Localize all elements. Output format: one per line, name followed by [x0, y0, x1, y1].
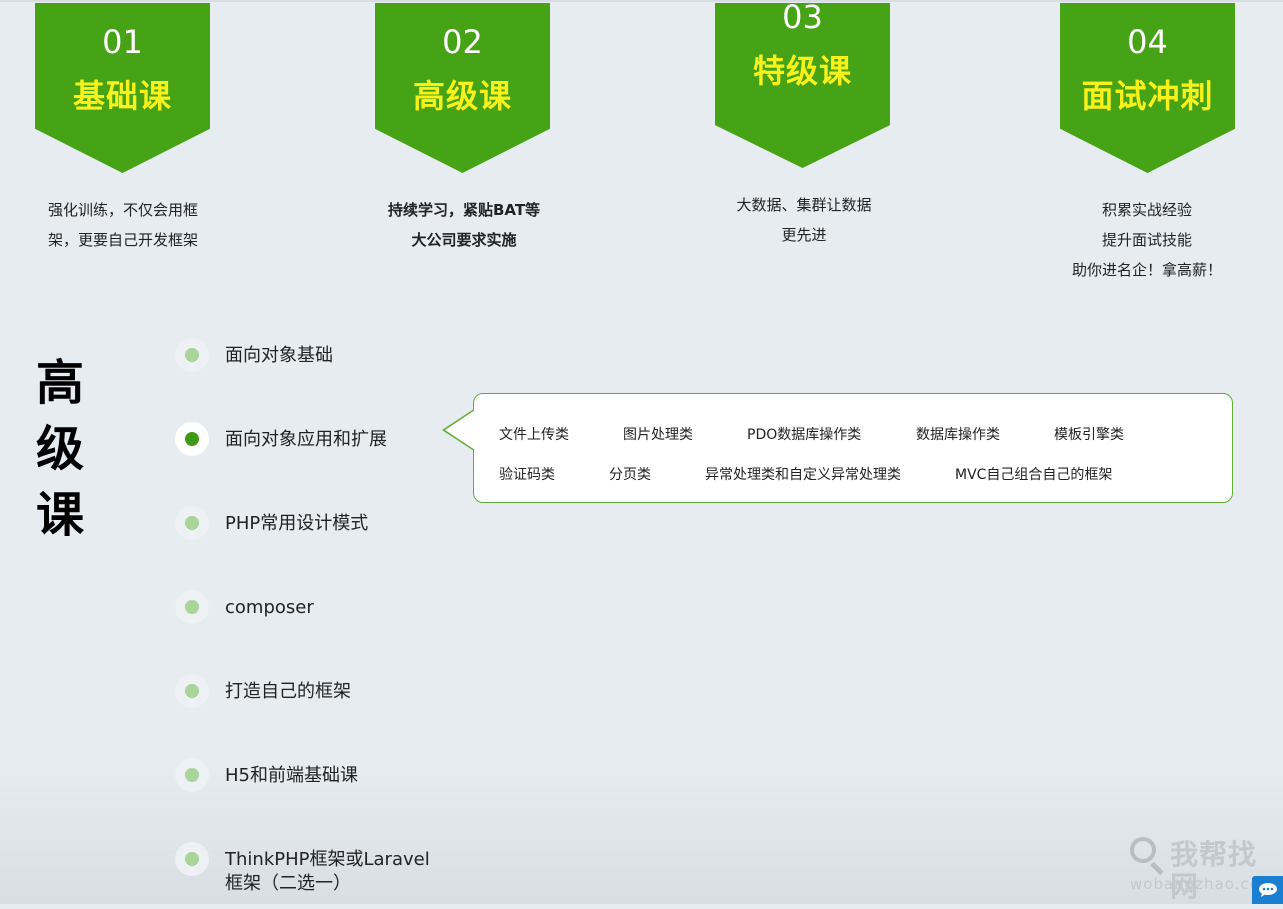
detail-item: 文件上传类	[499, 427, 569, 443]
detail-item: PDO数据库操作类	[747, 427, 862, 443]
course-name: 基础课	[72, 77, 172, 115]
topic-label: 面向对象应用和扩展	[225, 429, 387, 450]
course-hexagon[interactable]: 02 高级课	[375, 3, 550, 173]
topic-detail-popup: 文件上传类 图片处理类 PDO数据库操作类 数据库操作类 模板引擎类 验证码类 …	[473, 393, 1233, 503]
detail-item: 数据库操作类	[916, 427, 1000, 443]
timeline-dot	[175, 758, 209, 792]
course-name: 面试冲刺	[1081, 77, 1214, 115]
timeline-dot	[175, 506, 209, 540]
top-border	[0, 0, 1283, 2]
topic-label: 面向对象基础	[225, 345, 333, 366]
course-number: 02	[442, 23, 483, 61]
course-description: 持续学习，紧贴BAT等 大公司要求实施	[387, 201, 541, 249]
course-name: 高级课	[412, 77, 512, 115]
popup-pointer-fill	[445, 410, 475, 450]
detail-item: 图片处理类	[623, 427, 693, 443]
course-number: 03	[782, 0, 823, 36]
detail-item: MVC自己组合自己的框架	[955, 467, 1113, 483]
topic-label: composer	[225, 597, 314, 618]
topic-label: 打造自己的框架	[225, 681, 351, 702]
course-description: 强化训练，不仅会用框 架，更要自己开发框架	[47, 201, 198, 249]
topic-label: H5和前端基础课	[225, 765, 358, 786]
detail-item: 分页类	[609, 467, 651, 483]
section-title: 高 级 课	[35, 355, 84, 543]
course-description: 积累实战经验 提升面试技能 助你进名企！拿高薪！	[1071, 201, 1222, 279]
course-hexagon[interactable]: 04 面试冲刺	[1060, 3, 1235, 173]
detail-item: 模板引擎类	[1054, 427, 1124, 443]
magnifier-icon	[1130, 837, 1156, 863]
course-number: 01	[102, 23, 143, 61]
timeline-dot	[175, 338, 209, 372]
topic-label: PHP常用设计模式	[225, 513, 369, 534]
course-name: 特级课	[752, 52, 852, 90]
detail-item: 验证码类	[499, 467, 555, 483]
course-hexagon[interactable]: 03 特级课	[715, 3, 890, 168]
chat-icon[interactable]	[1252, 876, 1283, 904]
course-description: 大数据、集群让数据 更先进	[736, 196, 872, 244]
timeline-dot	[175, 590, 209, 624]
timeline-dot	[175, 674, 209, 708]
course-number: 04	[1127, 23, 1168, 61]
course-hexagon[interactable]: 01 基础课	[35, 3, 210, 173]
detail-item: 异常处理类和自定义异常处理类	[705, 467, 901, 483]
timeline-dot	[175, 842, 209, 876]
topic-label: ThinkPHP框架或Laravel框架（二选一）	[225, 849, 430, 894]
timeline-dot-active	[175, 422, 209, 456]
